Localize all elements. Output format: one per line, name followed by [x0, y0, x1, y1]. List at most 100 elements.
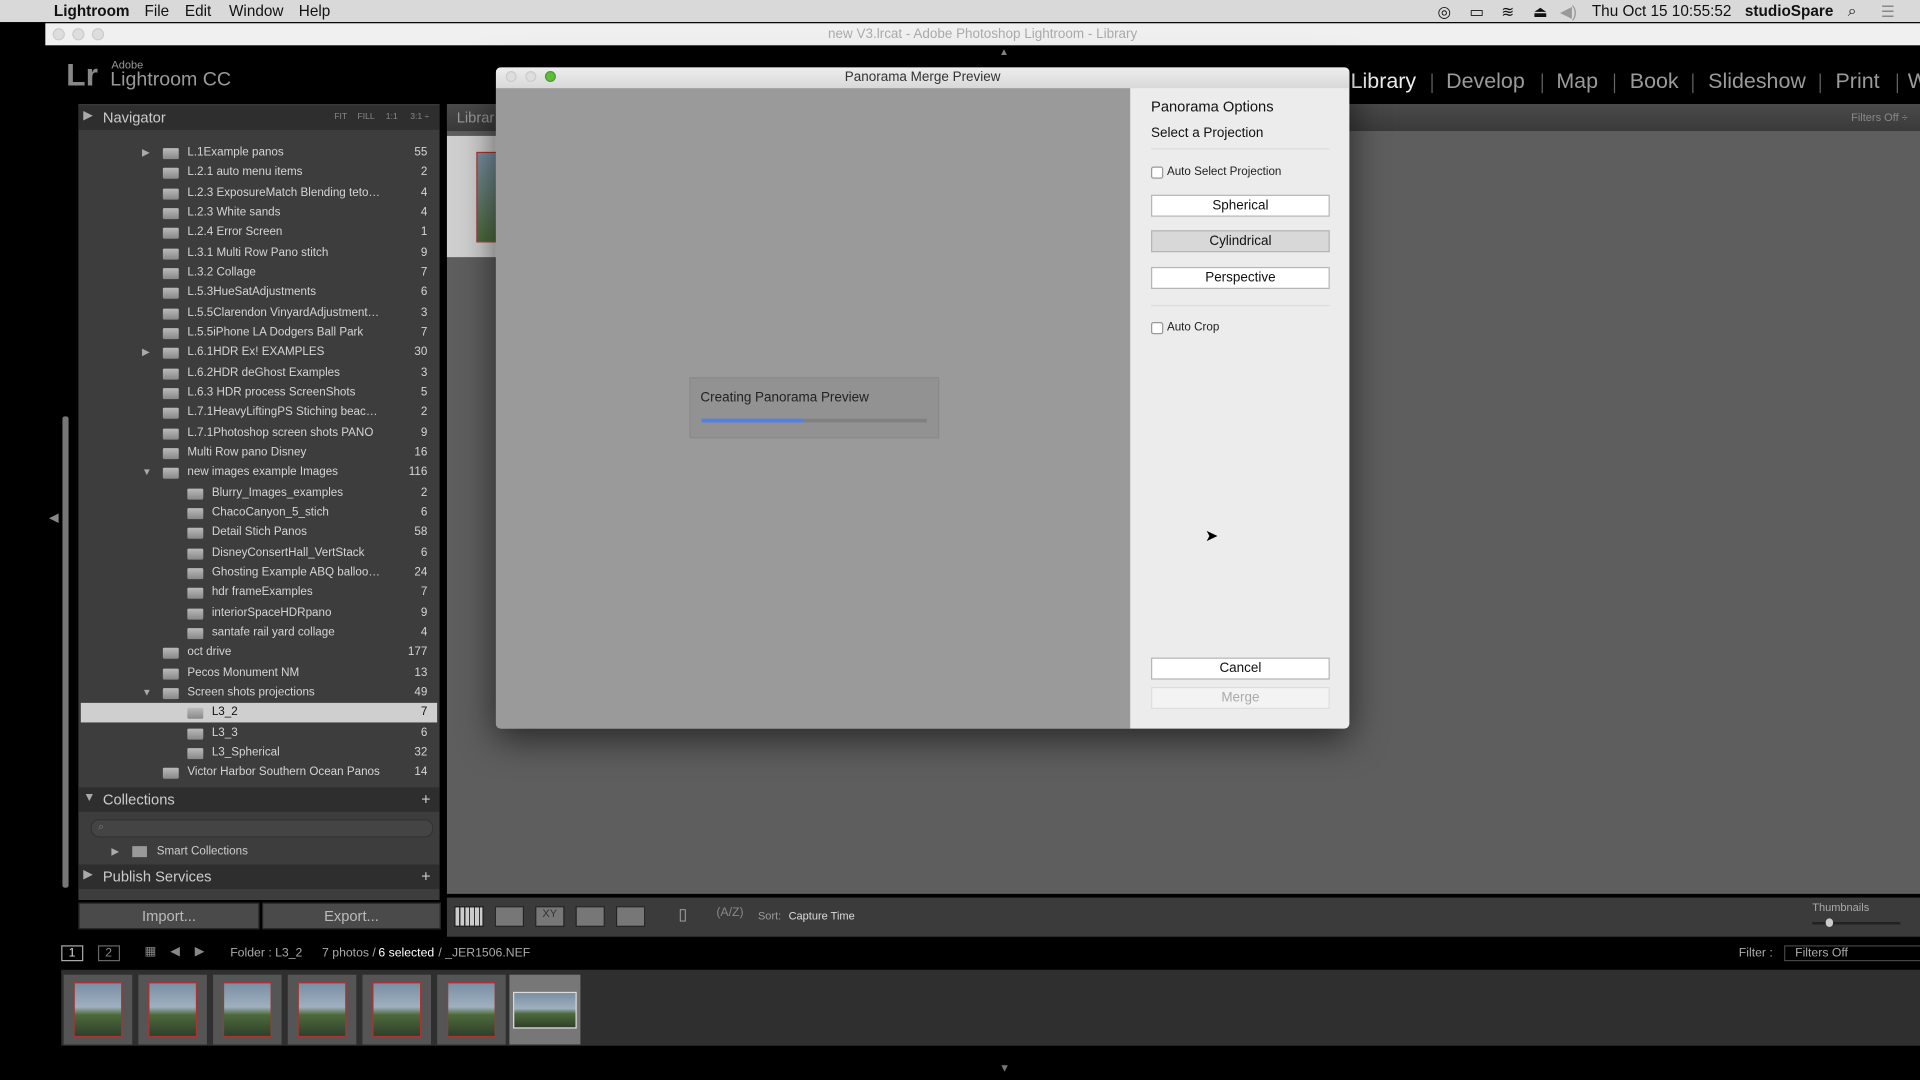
module-web[interactable]: W	[1908, 69, 1920, 95]
collapse-arrow-icon[interactable]: ▼	[142, 463, 152, 483]
folder-row[interactable]: Detail Stich Panos 58	[81, 523, 437, 543]
auto-crop-checkbox[interactable]	[1151, 322, 1164, 335]
module-library[interactable]: Library	[1351, 69, 1417, 95]
filmstrip-thumbnail[interactable]	[63, 974, 133, 1045]
folder-row[interactable]: hdr frameExamples 7	[81, 583, 437, 603]
secondary-window-button[interactable]: 2	[97, 945, 120, 962]
wifi-icon[interactable]: ≋	[1501, 2, 1514, 21]
sort-direction-icon[interactable]: (A/Z)	[716, 906, 743, 919]
folder-row[interactable]: L.2.4 Error Screen 1	[81, 223, 437, 243]
grid-view-icon[interactable]	[454, 906, 484, 927]
expand-arrow-icon[interactable]: ▶	[142, 143, 150, 163]
clock[interactable]: Thu Oct 15 10:55:52	[1592, 2, 1732, 19]
filters-off-top[interactable]: Filters Off ÷	[1851, 111, 1908, 123]
loupe-view-icon[interactable]	[494, 906, 525, 927]
creative-cloud-icon[interactable]: ◎	[1438, 2, 1451, 21]
module-map[interactable]: Map	[1556, 69, 1598, 95]
folder-row[interactable]: ▼ Screen shots projections 49	[81, 683, 437, 703]
folder-row[interactable]: ▼ new images example Images 116	[81, 463, 437, 483]
folder-row[interactable]: Blurry_Images_examples 2	[81, 483, 437, 503]
zoom-fit[interactable]: FIT	[334, 113, 347, 122]
grid-icon[interactable]: ▦	[144, 945, 156, 958]
compare-view-icon[interactable]: XY	[535, 906, 565, 927]
import-button[interactable]: Import...	[78, 902, 260, 930]
module-print[interactable]: Print	[1836, 69, 1880, 95]
zoom-3-1[interactable]: 3:1 ÷	[410, 113, 429, 122]
folder-row[interactable]: ▶ L.1Example panos 55	[81, 143, 437, 163]
volume-icon[interactable]: ◀)	[1560, 2, 1577, 21]
folder-source[interactable]: Folder : L3_2	[230, 947, 302, 960]
folder-row[interactable]: L3_Spherical 32	[81, 743, 437, 763]
survey-view-icon[interactable]	[575, 906, 605, 927]
primary-window-button[interactable]: 1	[61, 945, 83, 962]
auto-crop-label[interactable]: Auto Crop	[1167, 321, 1219, 334]
display-icon[interactable]: ▭	[1469, 2, 1483, 21]
menu-window[interactable]: Window	[229, 2, 283, 19]
folder-row[interactable]: ▶ L.6.1HDR Ex! EXAMPLES 30	[81, 343, 437, 363]
filmstrip-thumbnail[interactable]	[437, 974, 506, 1045]
auto-select-label[interactable]: Auto Select Projection	[1167, 165, 1281, 178]
folder-row[interactable]: L.5.5iPhone LA Dodgers Ball Park 7	[81, 323, 437, 343]
zoom-fill[interactable]: FILL	[358, 113, 375, 122]
folder-row[interactable]: L.5.3HueSatAdjustments 6	[81, 283, 437, 303]
folder-row[interactable]: interiorSpaceHDRpano 9	[81, 603, 437, 623]
folder-row[interactable]: L.3.2 Collage 7	[81, 263, 437, 283]
module-book[interactable]: Book	[1630, 69, 1679, 95]
left-panel-scrollbar[interactable]	[62, 416, 69, 888]
zoom-dialog-button[interactable]	[544, 71, 556, 83]
folder-row[interactable]: L.2.3 White sands 4	[81, 203, 437, 223]
module-slideshow[interactable]: Slideshow	[1708, 69, 1806, 95]
menu-help[interactable]: Help	[299, 2, 330, 19]
library-tab[interactable]: Librar	[457, 109, 495, 126]
eject-icon[interactable]: ⏏	[1533, 2, 1547, 21]
menu-file[interactable]: File	[144, 2, 169, 19]
spotlight-icon[interactable]: ⌕	[1848, 2, 1857, 20]
file-name[interactable]: / _JER1506.NEF	[438, 947, 530, 960]
cylindrical-button[interactable]: Cylindrical	[1151, 230, 1330, 253]
back-arrow-icon[interactable]: ◀	[170, 945, 179, 958]
close-window-button[interactable]	[52, 28, 65, 41]
filmstrip-thumbnail-stack[interactable]	[509, 974, 581, 1045]
navigator-header[interactable]: ▶ Navigator FIT FILL 1:1 3:1 ÷	[78, 105, 440, 130]
sort-select[interactable]: Capture Time	[789, 910, 855, 922]
collections-header[interactable]: ▼ Collections +	[78, 787, 440, 812]
slider-thumb[interactable]	[1825, 918, 1833, 927]
folder-row[interactable]: oct drive 177	[81, 643, 437, 663]
folder-row[interactable]: DisneyConsertHall_VertStack 6	[81, 543, 437, 563]
folder-row[interactable]: L.2.1 auto menu items 2	[81, 163, 437, 183]
folder-row[interactable]: Victor Harbor Southern Ocean Panos 14	[81, 763, 437, 783]
minimize-dialog-button[interactable]	[525, 71, 537, 83]
filter-select[interactable]: Filters Off	[1784, 945, 1920, 962]
folder-row[interactable]: L.2.3 ExposureMatch Blending teto… 4	[81, 183, 437, 203]
add-publish-icon[interactable]: +	[421, 867, 430, 885]
notification-center-icon[interactable]: ☰	[1881, 2, 1895, 21]
collapse-arrow-icon[interactable]: ▼	[142, 683, 152, 703]
filmstrip-thumbnail[interactable]	[213, 974, 282, 1045]
filmstrip-thumbnail[interactable]	[138, 974, 207, 1045]
folder-row[interactable]: L3_2 7	[80, 703, 438, 723]
folder-row[interactable]: Ghosting Example ABQ balloo… 24	[81, 563, 437, 583]
folder-row[interactable]: L.3.1 Multi Row Pano stitch 9	[81, 243, 437, 263]
collapse-bottom-icon[interactable]: ▼	[999, 1062, 1010, 1074]
folder-row[interactable]: L.7.1HeavyLiftingPS Stiching beac… 2	[81, 403, 437, 423]
folder-row[interactable]: L.5.5Clarendon VinyardAdjustment… 3	[81, 303, 437, 323]
close-dialog-button[interactable]	[505, 71, 517, 83]
menu-app[interactable]: Lightroom	[54, 2, 130, 19]
zoom-window-button[interactable]	[91, 28, 105, 41]
filmstrip-thumbnail[interactable]	[287, 974, 357, 1045]
folder-row[interactable]: Pecos Monument NM 13	[81, 663, 437, 683]
expand-arrow-icon[interactable]: ▶	[111, 846, 119, 857]
folder-row[interactable]: ChacoCanyon_5_stich 6	[81, 503, 437, 523]
grid-cell[interactable]	[446, 135, 499, 258]
folder-row[interactable]: Multi Row pano Disney 16	[81, 443, 437, 463]
people-view-icon[interactable]	[615, 906, 646, 927]
user-name[interactable]: studioSpare	[1745, 2, 1833, 19]
spherical-button[interactable]: Spherical	[1151, 194, 1330, 217]
spray-can-icon[interactable]: ▯	[678, 905, 687, 925]
add-collection-icon[interactable]: +	[421, 790, 430, 808]
folder-row[interactable]: L.7.1Photoshop screen shots PANO 9	[81, 423, 437, 443]
menu-edit[interactable]: Edit	[185, 2, 211, 19]
forward-arrow-icon[interactable]: ▶	[195, 945, 204, 958]
collapse-top-icon[interactable]: ▲	[999, 47, 1009, 58]
folder-row[interactable]: L.6.3 HDR process ScreenShots 5	[81, 383, 437, 403]
